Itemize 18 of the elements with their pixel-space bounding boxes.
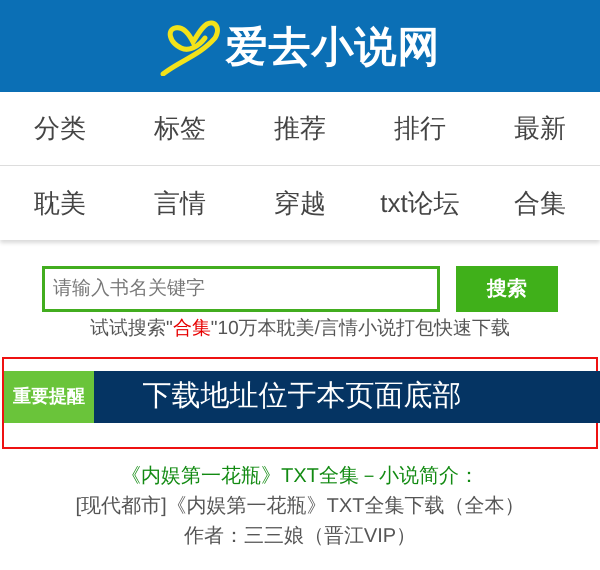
notice-badge: 重要提醒	[4, 370, 94, 422]
book-author: 作者：三三娘（晋江VIP）	[184, 524, 416, 548]
search-hint: 试试搜索"合集"10万本耽美/言情小说打包快速下载	[89, 316, 511, 341]
site-logo-text: 爱去小说网	[225, 22, 441, 72]
nav-link[interactable]: 穿越	[240, 184, 360, 222]
nav-link[interactable]: 耽美	[0, 184, 120, 222]
book-title: 《内娱第一花瓶》TXT全集－小说简介：	[121, 464, 479, 488]
nav-link[interactable]: 标签	[120, 109, 240, 148]
nav-link[interactable]: 排行	[360, 109, 480, 148]
nav-link[interactable]: 言情	[120, 184, 240, 222]
nav-link[interactable]: 分类	[0, 109, 120, 148]
nav-link[interactable]: 合集	[480, 184, 600, 222]
book-subtitle: [现代都市]《内娱第一花瓶》TXT全集下载（全本）	[76, 494, 524, 518]
notice-message: 下载地址位于本页面底部	[142, 378, 462, 414]
nav-link[interactable]: 推荐	[240, 109, 360, 148]
nav-link[interactable]: 最新	[480, 109, 600, 148]
search-field[interactable]: 请输入书名关键字	[42, 266, 440, 312]
nav-link[interactable]: txt论坛	[360, 184, 480, 222]
